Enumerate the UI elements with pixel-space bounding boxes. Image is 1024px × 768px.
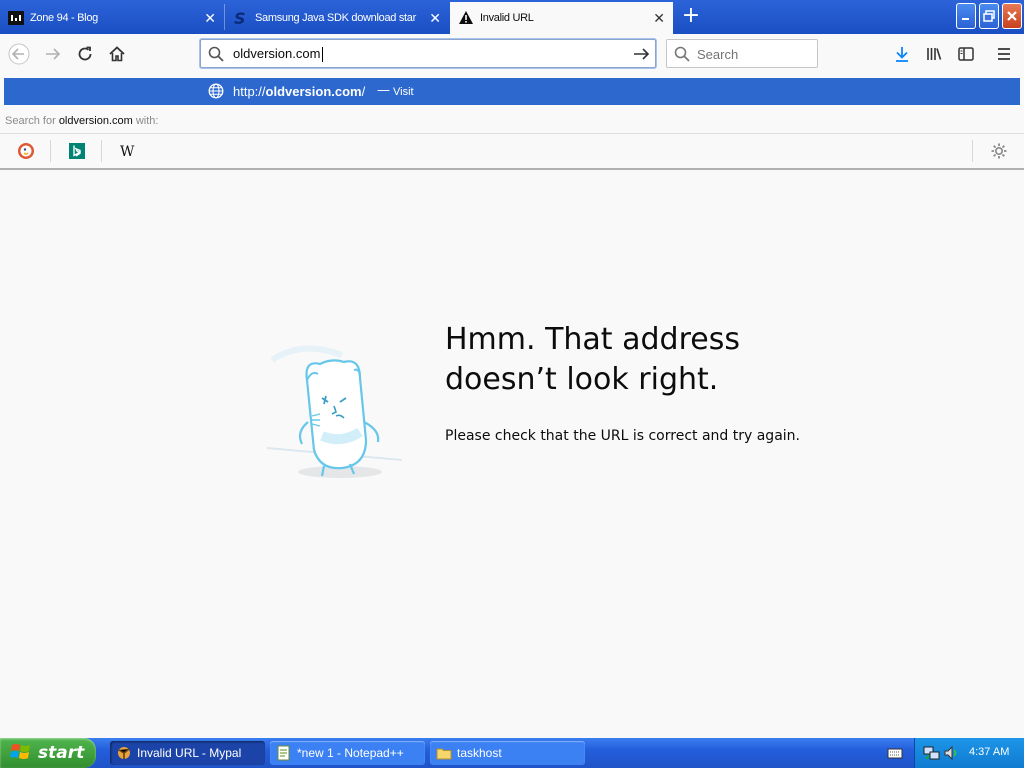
wikipedia-icon[interactable]: W [117,140,139,162]
new-tab-plus-icon[interactable]: + [679,5,703,29]
error-message: Please check that the URL is correct and… [445,428,800,444]
taskbar-item-mypal[interactable]: Invalid URL - Mypal [110,741,265,765]
zone94-icon [8,10,24,26]
search-placeholder: Search [697,47,739,62]
taskbar-item-label: Invalid URL - Mypal [137,746,242,760]
back-arrow-icon[interactable] [8,43,30,65]
divider [972,140,973,162]
start-button[interactable]: start [0,738,96,768]
hamburger-menu-icon[interactable] [993,43,1015,65]
tab-title: Zone 94 - Blog [30,12,98,24]
mypal-icon [116,745,132,761]
minimize-icon[interactable] [956,3,976,29]
windows-taskbar: start Invalid URL - Mypal *new 1 - Notep… [0,738,1024,768]
divider [0,133,1024,134]
samsung-s-icon: S [233,10,249,26]
tab-zone94[interactable]: Zone 94 - Blog ✕ [0,2,224,34]
windows-logo-icon [10,741,32,766]
sidebar-icon[interactable] [955,43,977,65]
taskbar-item-taskhost[interactable]: taskhost [430,741,585,765]
keyboard-icon[interactable] [887,745,903,764]
go-arrow-icon[interactable] [631,44,651,68]
address-bar[interactable]: oldversion.com [200,39,656,68]
error-title: Hmm. That address doesn’t look right. [445,320,865,400]
close-tab-icon[interactable]: ✕ [427,10,443,26]
taskbar-item-notepad[interactable]: *new 1 - Notepad++ [270,741,425,765]
taskbar-item-label: taskhost [457,746,502,760]
search-icon [208,46,224,66]
reload-icon[interactable] [74,43,96,65]
gear-icon[interactable] [988,140,1010,162]
close-tab-icon[interactable]: ✕ [202,10,218,26]
text-caret [322,47,323,62]
url-path: / [361,84,366,99]
tab-invalid-url[interactable]: Invalid URL ✕ [450,2,673,34]
library-icon[interactable] [923,43,945,65]
network-icon[interactable] [923,745,941,765]
suggestion-dash: — [377,83,390,98]
folder-icon [436,745,452,761]
navigation-toolbar: oldversion.com Search [0,34,1024,74]
system-tray: 4:37 AM [914,738,1024,768]
tab-strip: Zone 94 - Blog ✕ S Samsung Java SDK down… [0,0,1024,34]
volume-icon[interactable] [943,745,961,765]
divider [50,140,51,162]
restore-icon[interactable] [979,3,999,29]
search-icon [674,46,690,66]
bing-icon[interactable] [66,140,88,162]
taskbar-item-label: *new 1 - Notepad++ [297,746,404,760]
search-for-term: oldversion.com [58,115,133,127]
search-for-label: Search for oldversion.com with: [5,115,158,127]
close-icon[interactable] [1002,3,1022,29]
warning-icon [458,10,474,26]
search-for-text: Search for [5,115,56,127]
forward-arrow-icon[interactable] [42,43,64,65]
globe-icon [208,83,224,103]
autocomplete-popup: http://oldversion.com/ — Visit Search fo… [0,74,1024,170]
svg-text:S: S [234,10,245,26]
suggestion-url: http://oldversion.com/ [233,84,365,99]
start-label: start [38,743,85,763]
download-arrow-icon[interactable] [891,43,913,65]
duckduckgo-icon[interactable] [15,140,37,162]
puzzled-mascot-illustration [262,340,412,489]
visit-suggestion-row[interactable]: http://oldversion.com/ — Visit [4,78,1020,105]
url-scheme: http:// [233,84,266,99]
search-for-with: with: [135,115,159,127]
divider [101,140,102,162]
visit-label: Visit [393,86,414,98]
notepad-plus-plus-icon [276,745,292,761]
search-bar[interactable]: Search [666,39,818,68]
tab-samsung[interactable]: S Samsung Java SDK download star ✕ [225,2,449,34]
tab-title: Invalid URL [480,12,534,24]
url-host: oldversion.com [265,84,362,99]
svg-text:W: W [120,144,135,160]
clock[interactable]: 4:37 AM [969,746,1009,758]
address-input-value[interactable]: oldversion.com [233,46,320,61]
error-title-line: Hmm. That address [445,322,740,357]
tab-title: Samsung Java SDK download star [255,12,416,24]
home-icon[interactable] [106,43,128,65]
close-tab-icon[interactable]: ✕ [651,10,667,26]
error-title-line: doesn’t look right. [445,362,719,397]
